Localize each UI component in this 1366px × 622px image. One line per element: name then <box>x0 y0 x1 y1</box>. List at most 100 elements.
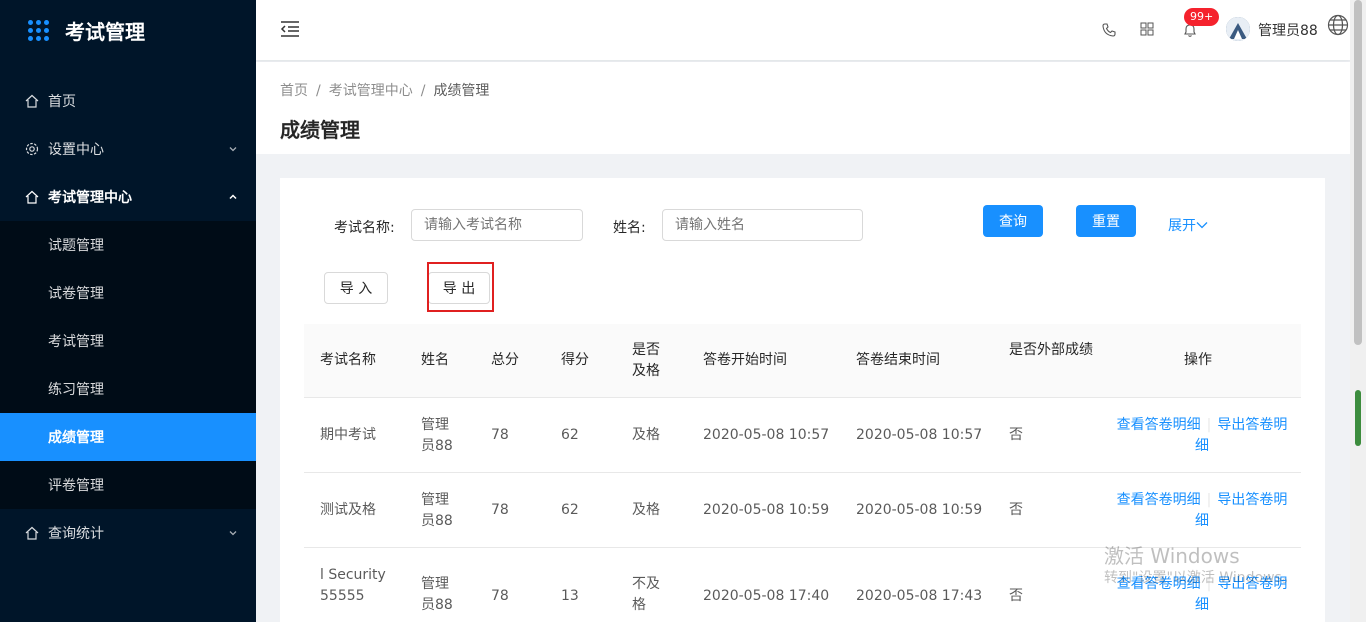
cell-end: 2020-05-08 17:43 <box>856 588 983 604</box>
col-total: 总分 <box>491 352 519 368</box>
cell-score: 13 <box>561 588 579 604</box>
query-button[interactable]: 查询 <box>983 205 1043 237</box>
cell-start: 2020-05-08 10:57 <box>703 427 830 443</box>
app-title: 考试管理 <box>65 19 145 44</box>
notification-badge: 99+ <box>1184 8 1220 26</box>
sidebar-item-exam-center[interactable]: 考试管理中心 <box>0 173 256 221</box>
sidebar-item-label: 首页 <box>48 94 76 110</box>
cell-name: 管理员88 <box>421 417 453 454</box>
cell-name: 管理员88 <box>421 576 453 613</box>
sidebar-item-label: 考试管理中心 <box>48 190 132 206</box>
col-name: 姓名 <box>421 352 449 368</box>
top-header: 99+ 管理员88 <box>256 0 1350 60</box>
col-pass: 是否及格 <box>632 342 660 379</box>
sidebar-item-label: 试题管理 <box>48 238 104 254</box>
sidebar-item-label: 练习管理 <box>48 382 104 398</box>
sidebar-item-settings[interactable]: 设置中心 <box>0 125 256 173</box>
breadcrumb-exam-center[interactable]: 考试管理中心 <box>329 83 413 99</box>
activation-watermark-title: 激活 Windows <box>1104 544 1240 568</box>
col-start-time: 答卷开始时间 <box>703 352 787 368</box>
cell-external: 否 <box>1009 588 1023 604</box>
sidebar-item-scores[interactable]: 成绩管理 <box>0 413 256 461</box>
expand-label: 展开 <box>1168 218 1196 234</box>
sidebar-item-label: 设置中心 <box>48 142 104 158</box>
sidebar-item-label: 试卷管理 <box>48 286 104 302</box>
sidebar-item-practice[interactable]: 练习管理 <box>0 365 256 413</box>
sidebar-item-exams[interactable]: 考试管理 <box>0 317 256 365</box>
phone-icon[interactable] <box>1101 22 1117 42</box>
table-header: 考试名称 姓名 总分 得分 是否及格 答卷开始时间 答卷结束时间 是否外部成绩 … <box>304 324 1301 398</box>
view-detail-link[interactable]: 查看答卷明细 <box>1117 417 1201 433</box>
cell-start: 2020-05-08 17:40 <box>703 588 830 604</box>
username[interactable]: 管理员88 <box>1258 20 1318 40</box>
exam-name-input[interactable] <box>411 209 583 241</box>
cell-end: 2020-05-08 10:57 <box>856 427 983 443</box>
cell-actions: 查看答卷明细 | 导出答卷明细 <box>1116 492 1288 529</box>
page-title: 成绩管理 <box>280 118 360 142</box>
cell-exam: 期中考试 <box>320 427 376 443</box>
home-icon <box>24 525 40 541</box>
cell-pass: 不及格 <box>632 576 660 613</box>
home-icon <box>24 93 40 109</box>
expand-link[interactable]: 展开 <box>1168 215 1208 235</box>
table-row: 期中考试 管理员88 78 62 及格 2020-05-08 10:57 202… <box>304 398 1301 473</box>
submenu-exam-center: 试题管理 试卷管理 考试管理 练习管理 成绩管理 评卷管理 <box>0 221 256 509</box>
cell-pass: 及格 <box>632 427 660 443</box>
cell-name: 管理员88 <box>421 492 453 529</box>
cell-end: 2020-05-08 10:59 <box>856 502 983 518</box>
gear-icon <box>24 141 40 157</box>
sidebar-item-grading[interactable]: 评卷管理 <box>0 461 256 509</box>
activation-watermark-text: 转到"设置"以激活 Windows。 <box>1104 570 1296 586</box>
view-detail-link[interactable]: 查看答卷明细 <box>1117 492 1201 508</box>
cell-total: 78 <box>491 588 509 604</box>
cell-exam: 测试及格 <box>320 502 376 518</box>
sidebar-menu: 首页 设置中心 考试管理中心 试题管理 试卷管理 考试管理 练习管理 成绩管理 … <box>0 77 256 557</box>
cell-total: 78 <box>491 427 509 443</box>
cell-total: 78 <box>491 502 509 518</box>
cell-external: 否 <box>1009 427 1023 443</box>
sidebar-item-label: 评卷管理 <box>48 478 104 494</box>
sidebar-item-home[interactable]: 首页 <box>0 77 256 125</box>
chevron-down-icon <box>228 142 238 158</box>
scrollbar[interactable] <box>1350 0 1366 622</box>
breadcrumb-current: 成绩管理 <box>433 83 490 99</box>
chevron-down-icon <box>228 526 238 542</box>
col-actions: 操作 <box>1184 352 1212 368</box>
import-button[interactable]: 导 入 <box>324 272 388 304</box>
logo[interactable]: 考试管理 <box>0 0 256 60</box>
cell-start: 2020-05-08 10:59 <box>703 502 830 518</box>
sidebar-item-label: 考试管理 <box>48 334 104 350</box>
table-row: 测试及格 管理员88 78 62 及格 2020-05-08 10:59 202… <box>304 473 1301 548</box>
name-input[interactable] <box>662 209 863 241</box>
cell-score: 62 <box>561 427 579 443</box>
cell-exam: l Security55555 <box>320 567 386 604</box>
col-exam-name: 考试名称 <box>320 352 376 368</box>
home-icon <box>24 189 40 205</box>
cell-pass: 及格 <box>632 502 660 518</box>
sidebar-item-label: 查询统计 <box>48 526 104 542</box>
sidebar-item-papers[interactable]: 试卷管理 <box>0 269 256 317</box>
breadcrumb: 首页 / 考试管理中心 / 成绩管理 <box>280 83 490 99</box>
col-external: 是否外部成绩 <box>1009 342 1093 358</box>
breadcrumb-home[interactable]: 首页 <box>280 83 308 99</box>
logo-icon <box>28 19 49 41</box>
reset-button[interactable]: 重置 <box>1076 205 1136 237</box>
cell-actions: 查看答卷明细 | 导出答卷明细 <box>1116 417 1288 454</box>
page-header: 首页 / 考试管理中心 / 成绩管理 成绩管理 <box>256 62 1350 154</box>
col-score: 得分 <box>561 352 589 368</box>
name-label: 姓名: <box>613 220 646 236</box>
grid-icon[interactable] <box>1140 22 1154 40</box>
sidebar: 考试管理 首页 设置中心 考试管理中心 试题管理 试卷管理 考试管理 练习管理 … <box>0 0 256 622</box>
menu-fold-icon[interactable] <box>280 20 300 42</box>
export-highlight-box <box>427 262 494 312</box>
avatar[interactable] <box>1226 17 1250 41</box>
chevron-down-icon <box>1196 218 1208 234</box>
chevron-up-icon <box>228 190 238 206</box>
sidebar-item-questions[interactable]: 试题管理 <box>0 221 256 269</box>
sidebar-item-statistics[interactable]: 查询统计 <box>0 509 256 557</box>
cell-external: 否 <box>1009 502 1023 518</box>
scrollbar-thumb[interactable] <box>1354 0 1362 345</box>
globe-icon[interactable] <box>1327 14 1349 40</box>
cell-score: 62 <box>561 502 579 518</box>
scrollbar-marker <box>1355 390 1361 446</box>
